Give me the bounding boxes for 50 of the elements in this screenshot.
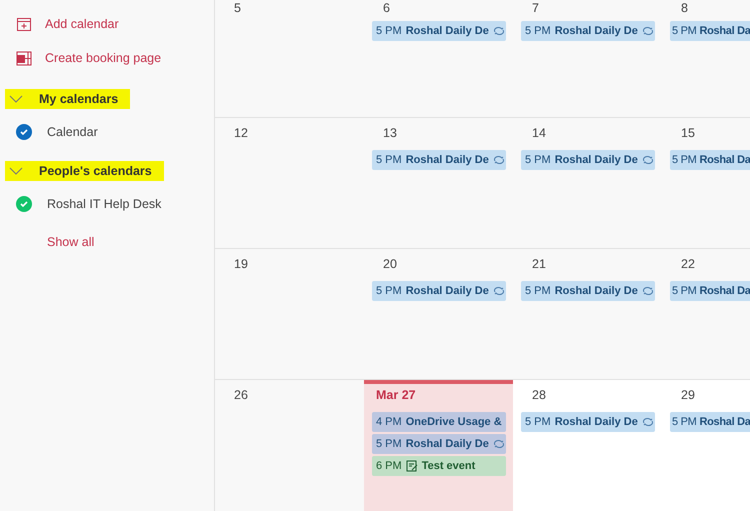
- day-number: 20: [382, 257, 397, 271]
- day-number: 7: [531, 1, 539, 15]
- calendar-list-item[interactable]: Calendar: [0, 115, 214, 149]
- day-number: 22: [680, 257, 695, 271]
- calendar-add-icon: [16, 16, 32, 32]
- event-chip[interactable]: 5 PM Roshal Daily De: [372, 21, 506, 41]
- recurring-icon: [642, 285, 654, 297]
- event-chip[interactable]: 5 PM Roshal Daily De: [372, 150, 506, 170]
- recurring-icon: [642, 25, 654, 37]
- calendar-list-item[interactable]: Roshal IT Help Desk: [0, 187, 214, 221]
- day-number: Mar 27: [375, 388, 416, 402]
- event-chip[interactable]: 5 PM Roshal Daily De: [372, 434, 506, 454]
- recurring-icon: [492, 438, 505, 450]
- day-number: 29: [680, 388, 695, 402]
- sidebar-action-link[interactable]: Create booking page: [0, 41, 214, 75]
- show-all-link[interactable]: Show all: [0, 235, 214, 249]
- recurring-icon: [492, 285, 505, 297]
- day-number: 28: [531, 388, 546, 402]
- calendar-name: Calendar: [47, 125, 98, 139]
- recurring-icon: [642, 154, 654, 166]
- calendar-name: Roshal IT Help Desk: [47, 197, 162, 211]
- event-chip[interactable]: 5 PM Roshal Daily De: [521, 281, 655, 301]
- day-number: 8: [680, 1, 688, 15]
- day-number: 12: [233, 126, 248, 140]
- chevron-down-icon: [9, 94, 23, 104]
- day-number: 15: [680, 126, 695, 140]
- event-chip[interactable]: 4 PM OneDrive Usage &: [372, 412, 506, 432]
- event-chip[interactable]: 5 PM Roshal Daily De: [521, 150, 655, 170]
- booking-icon: [16, 50, 32, 66]
- checked-circle-icon[interactable]: [16, 196, 32, 212]
- chevron-down-icon: [9, 166, 23, 176]
- event-chip[interactable]: 5 PM Roshal Daily De: [521, 21, 655, 41]
- checked-circle-icon[interactable]: [16, 124, 32, 140]
- day-number: 13: [382, 126, 397, 140]
- day-number: 26: [233, 388, 248, 402]
- calendar-group-header[interactable]: People's calendars: [5, 161, 164, 181]
- event-chip[interactable]: 5 PM Roshal Daily De: [372, 281, 506, 301]
- calendar-group-header[interactable]: My calendars: [5, 89, 130, 109]
- event-chip[interactable]: 5 PM Roshal Daily De: [521, 412, 655, 432]
- day-number: 6: [382, 1, 390, 15]
- event-chip[interactable]: 6 PM Test event: [372, 456, 506, 476]
- note-icon: [406, 460, 418, 472]
- sidebar-action-link[interactable]: Add calendar: [0, 7, 214, 41]
- recurring-icon: [492, 25, 505, 37]
- recurring-icon: [642, 416, 654, 428]
- recurring-icon: [492, 154, 505, 166]
- day-number: 21: [531, 257, 546, 271]
- day-number: 14: [531, 126, 546, 140]
- day-number: 5: [233, 1, 241, 15]
- day-number: 19: [233, 257, 248, 271]
